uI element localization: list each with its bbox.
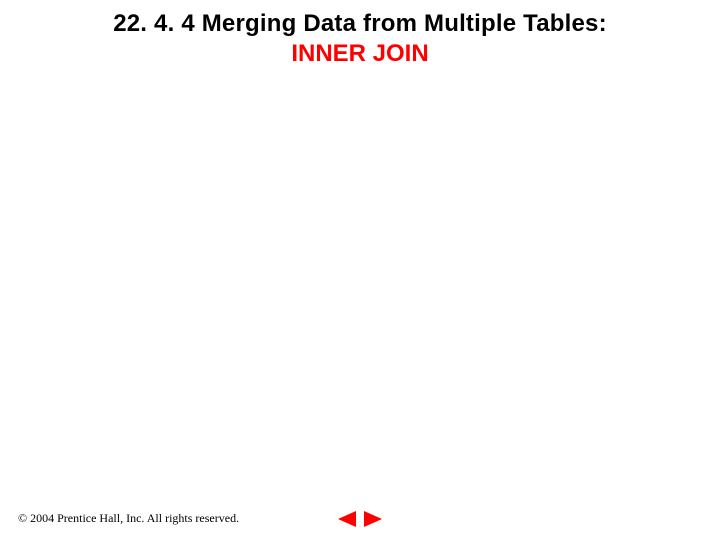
copyright-text: © 2004 Prentice Hall, Inc. All rights re… — [18, 511, 239, 526]
slide: 22. 4. 4 Merging Data from Multiple Tabl… — [0, 0, 720, 540]
title-line-1: 22. 4. 4 Merging Data from Multiple Tabl… — [0, 10, 720, 38]
title-line-2: INNER JOIN — [0, 40, 720, 68]
next-button[interactable] — [363, 510, 383, 528]
prev-button[interactable] — [337, 510, 357, 528]
triangle-right-icon — [364, 511, 382, 527]
triangle-left-icon — [338, 511, 356, 527]
nav-controls — [337, 510, 383, 528]
slide-title: 22. 4. 4 Merging Data from Multiple Tabl… — [0, 10, 720, 68]
footer: © 2004 Prentice Hall, Inc. All rights re… — [18, 511, 702, 526]
